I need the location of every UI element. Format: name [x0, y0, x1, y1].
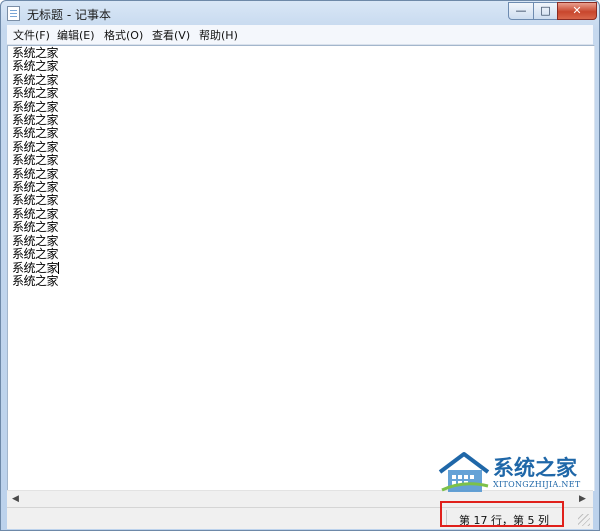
maximize-button[interactable]: □: [533, 2, 558, 20]
notepad-window: 无标题 - 记事本 — □ ✕ 文件(F) 编辑(E) 格式(O) 查看(V) …: [0, 0, 600, 531]
text-editor[interactable]: 系统之家 系统之家 系统之家 系统之家 系统之家 系统之家 系统之家 系统之家 系统之家 系统之家…: [7, 45, 595, 491]
minimize-button[interactable]: —: [508, 2, 534, 20]
watermark-domain: XITONGZHIJIA.NET: [493, 480, 581, 489]
close-button[interactable]: ✕: [557, 2, 597, 20]
menu-bar: 文件(F) 编辑(E) 格式(O) 查看(V) 帮助(H): [7, 25, 593, 45]
text-line[interactable]: 系统之家: [12, 127, 59, 141]
text-line[interactable]: 系统之家: [12, 86, 59, 100]
menu-help[interactable]: 帮助(H): [199, 27, 238, 43]
watermark-brand: 系统之家: [493, 456, 577, 480]
window-title: 无标题 - 记事本: [27, 8, 111, 22]
menu-file[interactable]: 文件(F): [13, 27, 50, 43]
house-logo-icon: [438, 452, 490, 492]
text-content[interactable]: 系统之家 系统之家 系统之家 系统之家 系统之家 系统之家 系统之家 系统之家 系统之家 系统之家…: [12, 46, 60, 288]
menu-view[interactable]: 查看(V): [152, 27, 190, 43]
text-line[interactable]: 系统之家: [12, 274, 59, 288]
notepad-icon[interactable]: [7, 6, 20, 21]
text-line[interactable]: 系统之家: [12, 194, 59, 208]
text-line[interactable]: 系统之家: [12, 153, 59, 167]
text-line[interactable]: 系统之家: [12, 247, 59, 261]
title-bar[interactable]: 无标题 - 记事本 — □ ✕: [1, 1, 599, 25]
text-line[interactable]: 系统之家: [12, 59, 59, 73]
text-line[interactable]: 系统之家: [12, 220, 59, 234]
highlight-box: [440, 501, 564, 527]
text-line[interactable]: 系统之家: [12, 261, 59, 275]
menu-format[interactable]: 格式(O): [104, 27, 143, 43]
scroll-left-icon[interactable]: ◀: [12, 494, 19, 504]
text-caret: [58, 261, 60, 274]
menu-edit[interactable]: 编辑(E): [57, 27, 95, 43]
resize-grip-icon[interactable]: [578, 514, 590, 526]
watermark: 系统之家 XITONGZHIJIA.NET: [438, 448, 598, 498]
